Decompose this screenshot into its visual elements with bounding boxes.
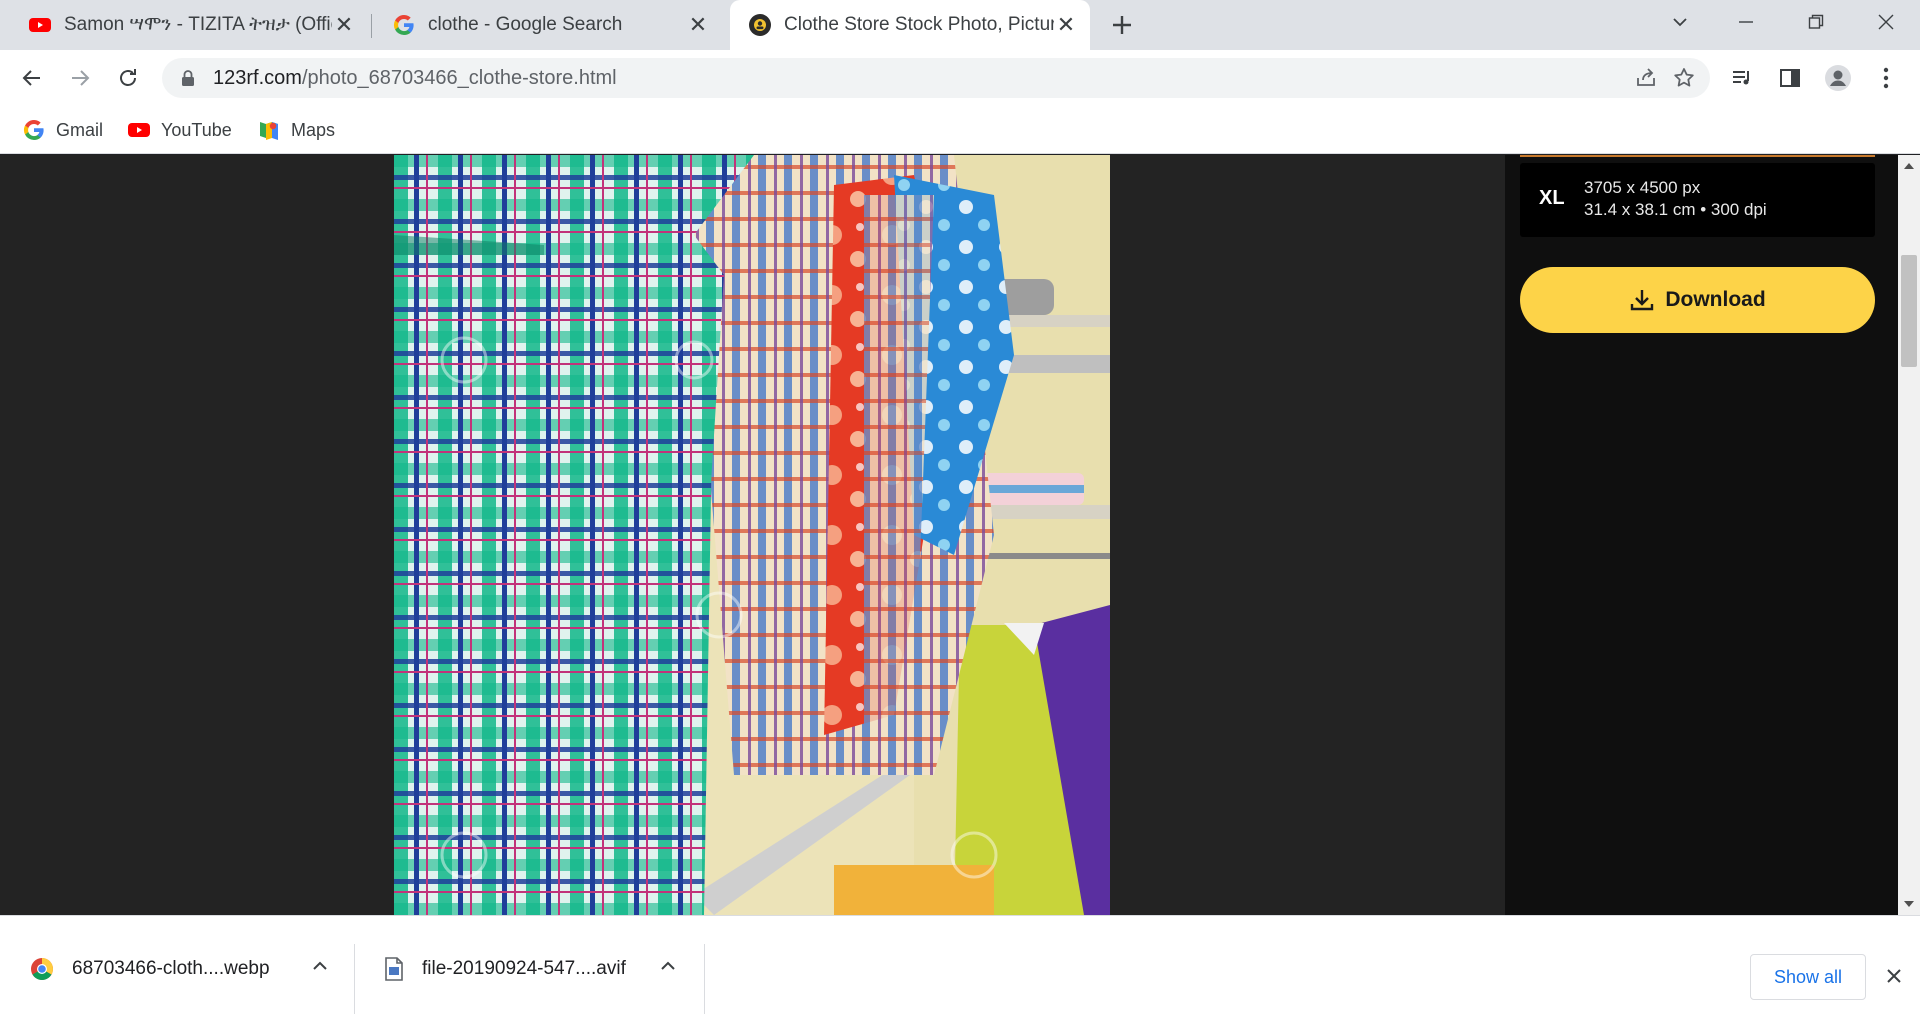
- page-content: XL 3705 x 4500 px 31.4 x 38.1 cm • 300 d…: [0, 155, 1898, 915]
- download-filename: file-20190924-547....avif: [422, 957, 626, 979]
- side-panel-button[interactable]: [1776, 64, 1804, 92]
- close-icon[interactable]: ✕: [332, 12, 356, 37]
- youtube-icon: [128, 123, 150, 137]
- google-icon: [393, 15, 414, 36]
- bookmark-label: YouTube: [161, 119, 232, 140]
- plus-icon: [1113, 16, 1131, 34]
- lock-icon[interactable]: [180, 69, 196, 87]
- bookmark-label: Gmail: [56, 119, 104, 140]
- download-separator: [354, 944, 355, 1014]
- tab-search-button[interactable]: [1650, 0, 1710, 44]
- bookmark-gmail[interactable]: Gmail: [22, 116, 103, 144]
- size-pixels: 3705 x 4500 px: [1584, 178, 1701, 197]
- url-text[interactable]: 123rf.com/photo_68703466_clothe-store.ht…: [213, 67, 617, 90]
- chevron-up-icon[interactable]: [656, 954, 680, 978]
- download-icon: [1631, 290, 1654, 311]
- download-label: Download: [1665, 288, 1766, 311]
- download-button[interactable]: Download: [1520, 267, 1875, 333]
- playlist-icon: [1733, 71, 1749, 85]
- download-filename: 68703466-cloth....webp: [72, 957, 270, 979]
- star-icon[interactable]: [1672, 66, 1696, 90]
- google-icon: [23, 120, 44, 141]
- close-downloads-icon: [1887, 969, 1901, 983]
- size-label: XL: [1539, 187, 1565, 209]
- bookmark-maps[interactable]: Maps: [257, 116, 335, 144]
- minimize-icon: [1739, 21, 1753, 23]
- close-icon[interactable]: ✕: [1054, 12, 1078, 37]
- close-icon[interactable]: ✕: [686, 12, 710, 37]
- close-icon[interactable]: [1880, 962, 1908, 990]
- close-window-button[interactable]: [1856, 0, 1916, 44]
- scroll-up-icon[interactable]: [1904, 163, 1914, 169]
- tab-title: Clothe Store Stock Photo, Picture: [784, 14, 1054, 35]
- bookmarks-bar: Gmail YouTube Maps: [0, 106, 1920, 154]
- url-path: /photo_68703466_clothe-store.html: [301, 67, 617, 89]
- tab-123rf[interactable]: Clothe Store Stock Photo, Picture ✕: [730, 0, 1090, 50]
- scroll-down-icon[interactable]: [1904, 901, 1914, 907]
- download-panel: XL 3705 x 4500 px 31.4 x 38.1 cm • 300 d…: [1505, 155, 1898, 915]
- show-all-button[interactable]: Show all: [1750, 954, 1866, 1000]
- minimize-button[interactable]: [1716, 0, 1776, 44]
- tab-title: clothe - Google Search: [428, 14, 623, 35]
- browser-toolbar: 123rf.com/photo_68703466_clothe-store.ht…: [0, 50, 1920, 106]
- share-icon[interactable]: [1634, 66, 1658, 90]
- new-tab-button[interactable]: [1106, 9, 1138, 41]
- downloads-bar: 68703466-cloth....webp file-20190924-547…: [0, 915, 1920, 1020]
- size-print: 31.4 x 38.1 cm • 300 dpi: [1584, 200, 1767, 219]
- chevron-down-icon: [1673, 18, 1687, 27]
- tab-title: Samon ሣሞን - TIZITA ትዝታ (Official: [64, 14, 332, 35]
- url-host: 123rf.com: [213, 67, 302, 89]
- youtube-icon: [29, 18, 51, 32]
- profile-button[interactable]: [1824, 64, 1852, 92]
- reload-icon: [120, 69, 136, 86]
- file-icon: [385, 956, 403, 981]
- panel-divider: [1520, 155, 1875, 157]
- bookmark-label: Maps: [291, 119, 336, 140]
- menu-button[interactable]: [1872, 64, 1900, 92]
- 123rf-icon: [749, 14, 771, 36]
- scrollbar-thumb[interactable]: [1901, 255, 1917, 367]
- bookmark-youtube[interactable]: YouTube: [127, 116, 232, 144]
- arrow-right-icon: [72, 70, 90, 86]
- page-scrollbar[interactable]: [1898, 155, 1920, 915]
- address-bar[interactable]: 123rf.com/photo_68703466_clothe-store.ht…: [162, 58, 1710, 98]
- avatar-icon: [1825, 65, 1851, 91]
- forward-button[interactable]: [64, 62, 96, 94]
- back-button[interactable]: [16, 62, 48, 94]
- tab-google-search[interactable]: clothe - Google Search ✕: [374, 0, 722, 50]
- side-panel-icon: [1780, 69, 1800, 87]
- more-vert-icon: [1883, 67, 1889, 89]
- tab-separator: [371, 14, 372, 38]
- download-item[interactable]: file-20190924-547....avif: [384, 916, 684, 1020]
- maps-icon: [260, 122, 278, 140]
- stock-photo[interactable]: [394, 155, 1110, 915]
- reload-button[interactable]: [112, 62, 144, 94]
- tab-youtube[interactable]: Samon ሣሞን - TIZITA ትዝታ (Official ✕: [10, 0, 368, 50]
- restore-icon: [1808, 14, 1824, 29]
- chrome-icon: [31, 957, 53, 980]
- size-option-xl[interactable]: XL 3705 x 4500 px 31.4 x 38.1 cm • 300 d…: [1520, 163, 1875, 237]
- media-control-button[interactable]: [1728, 64, 1756, 92]
- restore-button[interactable]: [1786, 0, 1846, 44]
- tab-strip: Samon ሣሞን - TIZITA ትዝታ (Official ✕ cloth…: [0, 0, 1920, 50]
- close-icon: [1878, 14, 1894, 30]
- arrow-left-icon: [22, 70, 40, 86]
- download-separator: [704, 944, 705, 1014]
- chevron-up-icon[interactable]: [308, 954, 332, 978]
- download-item[interactable]: 68703466-cloth....webp: [30, 916, 340, 1020]
